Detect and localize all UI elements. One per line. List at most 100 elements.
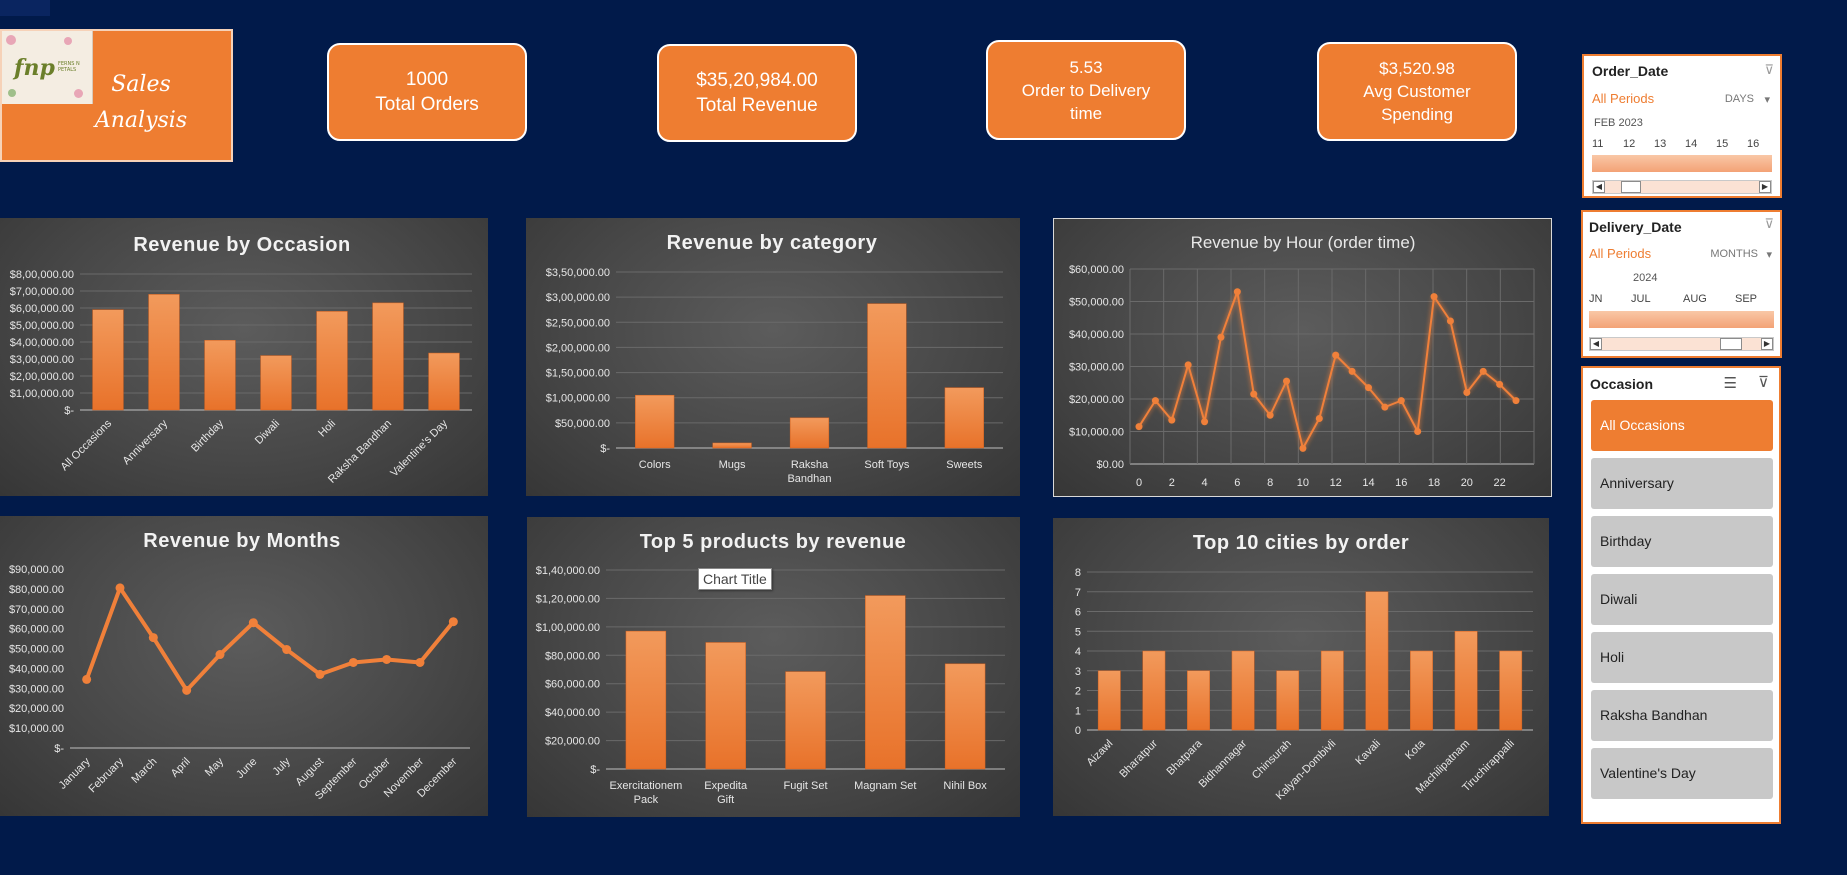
slicer-tick[interactable]: 14 — [1685, 138, 1697, 150]
scrollbar-thumb[interactable] — [1720, 338, 1742, 350]
slicer-item-anniversary[interactable]: Anniversary — [1591, 458, 1773, 509]
slicer-tick[interactable]: JUL — [1631, 293, 1651, 305]
fnp-logo: fnp FERNS N PETALS — [2, 31, 93, 104]
x-tick-label: 20 — [1461, 477, 1473, 489]
slicer-period: 2024 — [1633, 272, 1658, 284]
chart-revenue-by-category[interactable]: Revenue by category $- $50,000.00 $1,00,000… — [526, 218, 1020, 496]
y-tick-label: $2,00,000.00 — [10, 371, 74, 383]
slicer-occasion[interactable]: Occasion ☰ ⊽ All Occasions Anniversary B… — [1581, 366, 1781, 824]
slicer-timeline-band[interactable] — [1592, 155, 1772, 172]
slicer-tick[interactable]: 15 — [1716, 138, 1728, 150]
logo-subtext: FERNS N PETALS — [58, 61, 80, 73]
data-point — [348, 657, 358, 667]
scroll-right-icon[interactable]: ▶ — [1759, 181, 1771, 193]
slicer-tick[interactable]: AUG — [1683, 293, 1707, 305]
slicer-timeline-band[interactable] — [1589, 311, 1774, 328]
slicer-tick[interactable]: 16 — [1747, 138, 1759, 150]
slicer-tick[interactable]: 12 — [1623, 138, 1635, 150]
slicer-item-holi[interactable]: Holi — [1591, 632, 1773, 683]
x-tick-label: 10 — [1297, 477, 1309, 489]
chart-bar — [625, 630, 667, 770]
kpi-value: $35,20,984.00 — [696, 70, 818, 91]
chart-top-cities[interactable]: Top 10 cities by order 0 1 2 3 4 5 6 7 8 Aizawl Bha… — [1053, 518, 1549, 816]
scroll-left-icon[interactable]: ◀ — [1593, 181, 1605, 193]
clear-filter-icon[interactable]: ⊽ — [1764, 216, 1774, 232]
kpi-label: Avg Customer Spending — [1363, 82, 1471, 124]
x-tick-label: Fugit Set — [783, 780, 827, 792]
page-title: Sales Analysis — [94, 72, 188, 133]
x-tick-label: Bharatpur — [1117, 737, 1160, 780]
data-point — [1446, 317, 1454, 325]
dropdown-arrow-icon[interactable]: ▾ — [1764, 93, 1770, 106]
data-point — [1184, 361, 1192, 369]
dashboard-title-box: fnp FERNS N PETALS Sales Analysis — [0, 29, 233, 162]
scroll-right-icon[interactable]: ▶ — [1761, 338, 1773, 350]
slicer-all-periods[interactable]: All Periods — [1589, 246, 1651, 261]
slicer-order-date[interactable]: Order_Date ⊽ All Periods DAYS ▾ FEB 2023… — [1582, 54, 1782, 198]
slicer-tick[interactable]: JN — [1589, 293, 1602, 305]
chart-bar — [944, 387, 984, 449]
clear-filter-icon[interactable]: ⊽ — [1758, 373, 1769, 391]
slicer-item-raksha-bandhan[interactable]: Raksha Bandhan — [1591, 690, 1773, 741]
chart-revenue-by-occasion[interactable]: Revenue by Occasion $- $1,00,000.00 $2,00,0… — [0, 218, 488, 496]
chart-bar — [1499, 650, 1523, 731]
data-point — [1381, 403, 1389, 411]
slicer-tick[interactable]: 11 — [1592, 138, 1603, 150]
chart-title: Revenue by category — [667, 232, 878, 254]
slicer-item-birthday[interactable]: Birthday — [1591, 516, 1773, 567]
slicer-time-level[interactable]: MONTHS — [1710, 248, 1758, 260]
scroll-left-icon[interactable]: ◀ — [1590, 338, 1602, 350]
x-tick-label: June — [234, 756, 259, 781]
slicer-scrollbar[interactable]: ◀ ▶ — [1589, 337, 1774, 351]
clear-filter-icon[interactable]: ⊽ — [1764, 62, 1774, 78]
chart-bar — [1276, 670, 1300, 731]
y-tick-label: 8 — [1075, 567, 1081, 579]
y-tick-label: $50,000.00 — [1069, 297, 1124, 309]
series-line — [1138, 290, 1517, 450]
y-tick-label: $30,000.00 — [1069, 362, 1124, 374]
y-tick-label: $20,000.00 — [1069, 394, 1124, 406]
chart-svg: Revenue by Months $- $10,000.00 $20,000.00 $… — [9, 530, 470, 802]
x-tick-label: Raksha — [791, 459, 829, 471]
slicer-all-periods[interactable]: All Periods — [1592, 91, 1654, 106]
y-tick-label: 1 — [1075, 705, 1081, 717]
scrollbar-thumb[interactable] — [1621, 181, 1641, 193]
kpi-total-orders: 1000 Total Orders — [327, 43, 527, 141]
data-point — [1397, 397, 1405, 405]
y-tick-label: $2,00,000.00 — [546, 342, 610, 354]
slicer-delivery-date[interactable]: Delivery_Date ⊽ All Periods MONTHS ▾ 202… — [1581, 210, 1782, 358]
kpi-label: Order to Delivery time — [1021, 80, 1151, 123]
x-tick-label: Sweets — [946, 459, 983, 471]
y-tick-label: 5 — [1075, 626, 1081, 638]
chart-top-products[interactable]: Top 5 products by revenue $- $20,000.00 $40… — [527, 517, 1020, 817]
data-point — [1512, 397, 1520, 405]
chart-revenue-by-months[interactable]: Revenue by Months $- $10,000.00 $20,000.00 $… — [0, 516, 488, 816]
data-point — [1479, 367, 1487, 375]
chart-bar — [1142, 650, 1166, 731]
dropdown-arrow-icon[interactable]: ▾ — [1766, 248, 1772, 261]
slicer-item-valentines-day[interactable]: Valentine's Day — [1591, 748, 1773, 799]
chart-revenue-by-hour[interactable]: Revenue by Hour (order time) $0.00 $10,000… — [1053, 218, 1552, 497]
x-tick-label: 12 — [1330, 477, 1342, 489]
y-tick-label: $1,00,000.00 — [10, 388, 74, 400]
data-point — [1430, 293, 1438, 301]
slicer-tick[interactable]: 13 — [1654, 138, 1666, 150]
slicer-scrollbar[interactable]: ◀ ▶ — [1592, 180, 1772, 194]
data-point — [1299, 444, 1307, 452]
slicer-time-level[interactable]: DAYS — [1725, 93, 1754, 105]
corner-block — [0, 0, 50, 16]
chart-title: Top 5 products by revenue — [640, 531, 907, 553]
data-point — [1315, 415, 1323, 422]
slicer-item-diwali[interactable]: Diwali — [1591, 574, 1773, 625]
x-tick-label: March — [129, 756, 159, 786]
kpi-value: 5.53 — [1069, 57, 1103, 77]
y-tick-label: $6,00,000.00 — [10, 303, 74, 315]
kpi-label: Total Revenue — [696, 95, 818, 116]
x-tick-label: Bhatpara — [1165, 737, 1206, 778]
y-tick-label: $50,000.00 — [9, 644, 64, 656]
multi-select-icon[interactable]: ☰ — [1724, 374, 1737, 392]
slicer-item-all-occasions[interactable]: All Occasions — [1591, 400, 1773, 451]
x-tick-label: All Occasions — [59, 417, 115, 473]
x-tick-label: Exercitationem — [610, 780, 683, 792]
slicer-tick[interactable]: SEP — [1735, 293, 1757, 305]
